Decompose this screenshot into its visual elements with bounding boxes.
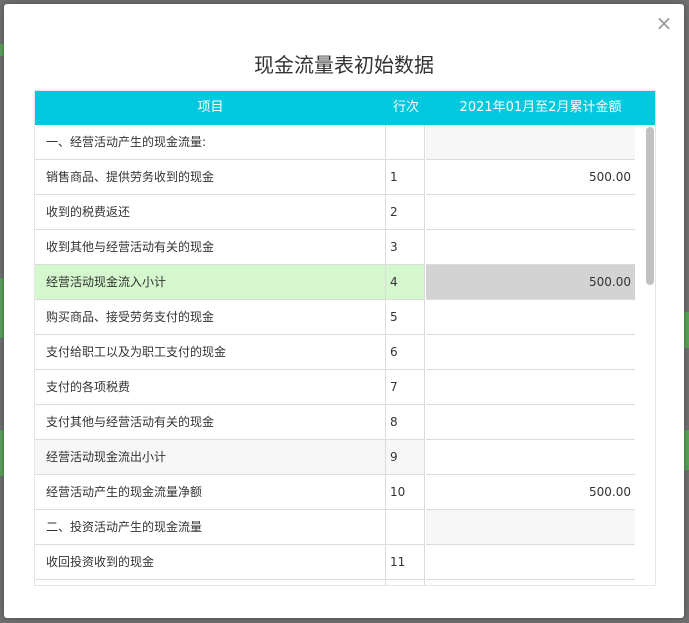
row-amount-cell[interactable] [426,230,635,265]
row-amount-cell[interactable]: 500.00 [426,475,635,510]
table-body: 一、经营活动产生的现金流量: 销售商品、提供劳务收到的现金 1 500.00 收到的税费… [35,125,635,585]
row-amount-cell[interactable] [426,440,635,475]
column-header-line-no: 行次 [392,100,419,115]
row-line-no-cell: 5 [386,300,425,335]
table-row[interactable]: 购买商品、接受劳务支付的现金 5 [35,300,635,335]
row-item-cell: 支付其他与经营活动有关的现金 [35,405,386,440]
close-icon[interactable]: × [654,12,674,34]
row-item-cell: 经营活动产生的现金流量净额 [35,475,386,510]
table-row[interactable]: 支付其他与经营活动有关的现金 8 [35,405,635,440]
row-line-no-cell: 2 [386,195,425,230]
table-row[interactable]: 收回投资收到的现金 11 [35,545,635,580]
table-row[interactable]: 经营活动现金流出小计 9 [35,440,635,475]
table-row[interactable]: 销售商品、提供劳务收到的现金 1 500.00 [35,160,635,195]
table-row[interactable]: 一、经营活动产生的现金流量: [35,125,635,160]
row-item-cell: 一、经营活动产生的现金流量: [35,125,386,160]
column-header-item: 项目 [197,100,224,115]
row-line-no-cell: 11 [386,545,425,580]
background-page-right-2 [684,430,689,470]
row-item-cell: 收到其他与经营活动有关的现金 [35,230,386,265]
row-line-no-cell: 3 [386,230,425,265]
row-amount-cell[interactable] [426,300,635,335]
row-line-no-cell: 10 [386,475,425,510]
row-item-cell: 销售商品、提供劳务收到的现金 [35,160,386,195]
scrollbar-thumb[interactable] [646,127,654,285]
row-amount-cell[interactable] [426,545,635,580]
column-header-amount: 2021年01月至2月累计金额 [459,100,622,115]
row-line-no-cell: 1 [386,160,425,195]
row-line-no-cell [386,125,425,160]
table-row[interactable]: 经营活动产生的现金流量净额 10 500.00 [35,475,635,510]
row-line-no-cell [386,580,425,585]
dialog-title: 现金流量表初始数据 [254,53,434,77]
row-item-cell: 支付的各项税费 [35,370,386,405]
row-amount-cell[interactable] [426,195,635,230]
cash-flow-table: 项目 行次 2021年01月至2月累计金额 一、经营活动产生的现金流量: 销售商品… [34,90,656,586]
cash-flow-initial-data-dialog: × 现金流量表初始数据 项目 行次 2021年01月至2月累计金额 一、经营活动… [4,4,684,618]
row-amount-cell[interactable] [426,370,635,405]
row-line-no-cell [386,510,425,545]
table-row[interactable] [35,580,635,585]
table-row[interactable]: 收到其他与经营活动有关的现金 3 [35,230,635,265]
row-amount-cell[interactable] [426,510,635,545]
row-line-no-cell: 4 [386,265,425,300]
row-line-no-cell: 9 [386,440,425,475]
row-item-cell: 二、投资活动产生的现金流量 [35,510,386,545]
row-item-cell: 收回投资收到的现金 [35,545,386,580]
row-amount-cell[interactable] [426,125,635,160]
row-line-no-cell: 6 [386,335,425,370]
table-row[interactable]: 支付的各项税费 7 [35,370,635,405]
row-line-no-cell: 8 [386,405,425,440]
table-row[interactable]: 经营活动现金流入小计 4 500.00 [35,265,635,300]
vertical-scrollbar[interactable] [645,125,655,585]
row-amount-cell[interactable] [426,580,635,585]
row-line-no-cell: 7 [386,370,425,405]
background-page-right [684,312,689,348]
row-item-cell: 购买商品、接受劳务支付的现金 [35,300,386,335]
row-item-cell: 支付给职工以及为职工支付的现金 [35,335,386,370]
row-amount-cell[interactable]: 500.00 [426,265,635,300]
row-item-cell: 经营活动现金流出小计 [35,440,386,475]
table-row[interactable]: 二、投资活动产生的现金流量 [35,510,635,545]
table-row[interactable]: 收到的税费返还 2 [35,195,635,230]
row-item-cell [35,580,386,585]
row-item-cell: 收到的税费返还 [35,195,386,230]
row-amount-cell[interactable] [426,405,635,440]
row-item-cell: 经营活动现金流入小计 [35,265,386,300]
row-amount-cell[interactable]: 500.00 [426,160,635,195]
table-row[interactable]: 支付给职工以及为职工支付的现金 6 [35,335,635,370]
row-amount-cell[interactable] [426,335,635,370]
table-header: 项目 行次 2021年01月至2月累计金额 [35,91,655,125]
